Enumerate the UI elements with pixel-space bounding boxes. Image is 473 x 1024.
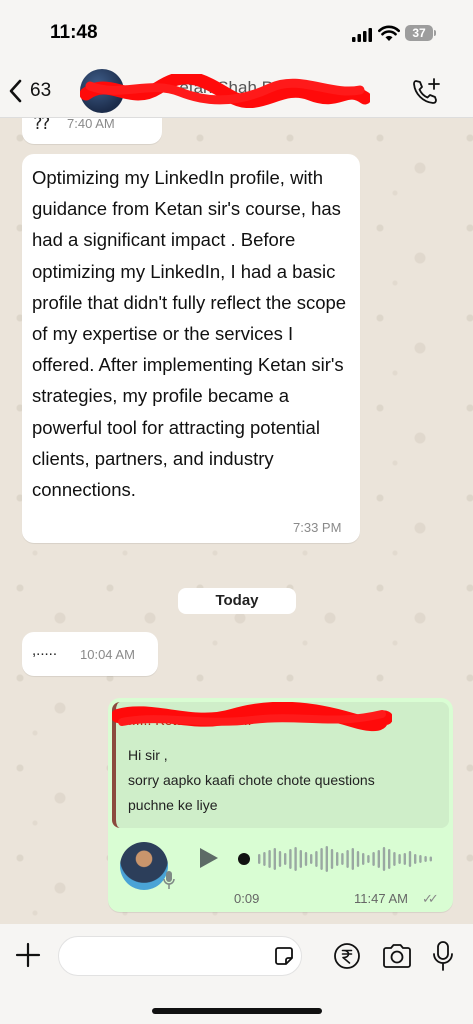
sender-avatar <box>120 842 168 890</box>
rupee-payment-icon[interactable] <box>333 942 361 970</box>
message-bubble[interactable]: ,..... 10:04 AM <box>22 632 158 676</box>
camera-icon[interactable] <box>381 942 413 970</box>
waveform-bar <box>351 848 354 870</box>
waveform-bar <box>341 853 344 865</box>
waveform-bar <box>367 855 370 863</box>
microphone-icon <box>163 871 175 889</box>
plus-icon[interactable] <box>14 941 42 969</box>
unread-count: 63 <box>30 80 52 101</box>
chat-header: 63 ...... Ketan Shah P... <box>0 64 473 118</box>
waveform-bar <box>424 856 427 862</box>
audio-waveform[interactable] <box>236 844 436 874</box>
waveform-bar <box>408 851 412 867</box>
message-text: ,..... <box>32 642 58 659</box>
waveform-bar <box>294 847 297 871</box>
message-time: 7:40 AM <box>67 116 115 131</box>
waveform-bar <box>330 849 334 869</box>
message-input[interactable] <box>58 936 302 976</box>
date-separator: Today <box>178 588 296 614</box>
waveform-bar <box>403 853 406 865</box>
redaction-scribble <box>112 702 392 732</box>
waveform-bar <box>382 847 386 871</box>
waveform-bar <box>414 854 417 864</box>
status-bar: 11:48 37 <box>0 0 473 64</box>
quoted-text: Hi sir , <box>128 747 168 763</box>
waveform-bar <box>362 853 365 865</box>
waveform-bar <box>289 849 292 869</box>
waveform-bar <box>304 852 308 866</box>
message-text: Optimizing my LinkedIn profile, with gui… <box>32 167 347 501</box>
voice-duration: 0:09 <box>234 891 260 906</box>
sticker-icon[interactable] <box>272 944 296 968</box>
waveform-bar <box>320 848 323 870</box>
waveform-bar <box>278 851 282 867</box>
waveform-bar <box>356 851 360 867</box>
waveform-bar <box>299 850 302 868</box>
message-time: 10:04 AM <box>80 647 135 662</box>
contact-avatar[interactable] <box>80 69 124 113</box>
battery-level: 37 <box>412 26 426 40</box>
waveform-bar <box>310 854 313 864</box>
input-bar <box>0 924 473 1024</box>
status-time: 11:48 <box>50 22 98 43</box>
wifi-icon <box>378 25 400 41</box>
waveform-bar <box>273 848 276 870</box>
waveform-bar <box>325 846 328 872</box>
waveform-bar <box>263 852 266 866</box>
waveform-bar <box>398 854 401 864</box>
battery-tip <box>434 30 436 36</box>
read-receipt-icon: ✓✓ <box>422 891 439 906</box>
quoted-text: puchne ke liye <box>128 797 218 813</box>
playhead-dot[interactable] <box>238 853 250 865</box>
waveform-bar <box>429 856 432 862</box>
contact-name[interactable]: ...... Ketan Shah P... <box>135 78 375 104</box>
outgoing-voice-message[interactable]: ...... Ketan Shah P... Hi sir , sorry aa… <box>108 698 453 912</box>
chat-area[interactable]: ⁇ 7:40 AM Optimizing my LinkedIn profile… <box>0 108 473 924</box>
microphone-icon[interactable] <box>431 940 455 972</box>
waveform-bar <box>419 855 422 863</box>
chevron-left-icon <box>9 79 22 103</box>
waveform-bar <box>284 853 287 865</box>
quoted-text: sorry aapko kaafi chote chote questions <box>128 772 375 788</box>
waveform-bar <box>388 849 391 869</box>
add-call-icon[interactable] <box>410 76 442 108</box>
waveform-bar <box>372 852 375 866</box>
cellular-signal-icon <box>352 28 372 42</box>
waveform-bar <box>377 850 380 868</box>
waveform-bar <box>336 852 339 866</box>
waveform-bar <box>258 854 261 864</box>
waveform-bar <box>346 850 349 868</box>
message-time: 7:33 PM <box>293 520 342 535</box>
waveform-bar <box>393 852 396 866</box>
waveform-bar <box>268 850 271 868</box>
home-indicator <box>152 1008 322 1014</box>
message-time: 11:47 AM <box>354 891 408 906</box>
battery-icon: 37 <box>405 25 433 41</box>
waveform-bar <box>315 851 318 867</box>
play-icon[interactable] <box>198 846 220 870</box>
back-button[interactable]: 63 <box>8 76 70 106</box>
message-bubble[interactable]: Optimizing my LinkedIn profile, with gui… <box>22 154 360 543</box>
